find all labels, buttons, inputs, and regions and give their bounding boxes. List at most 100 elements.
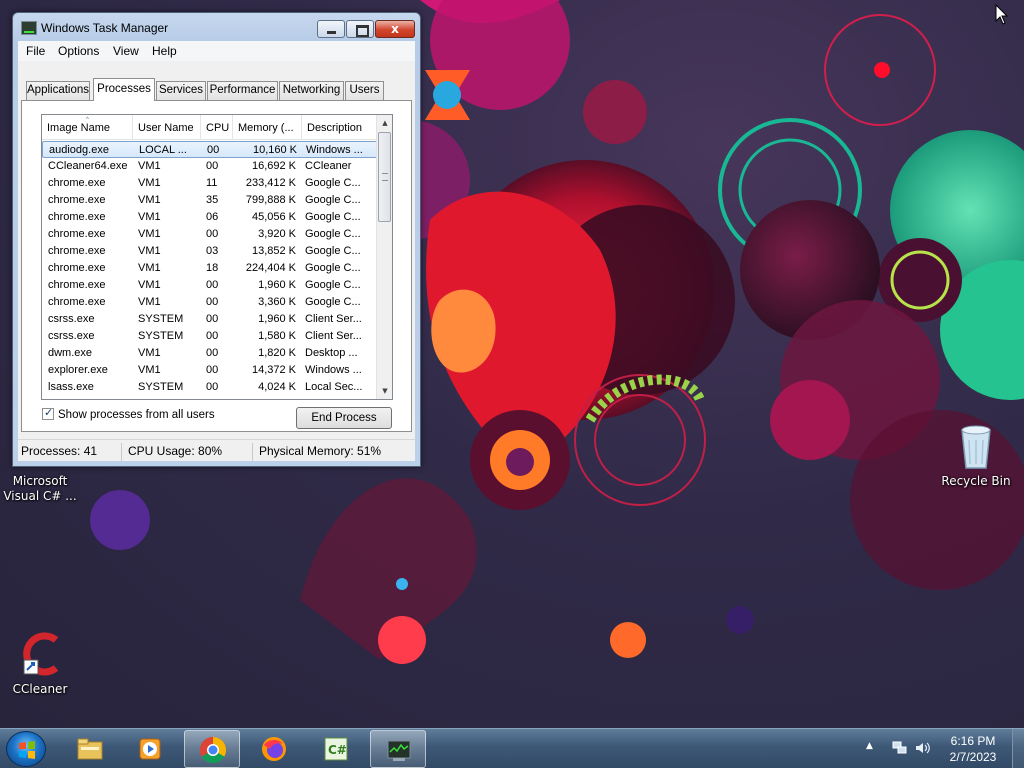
desktop-icon-visual-csharp[interactable]: Microsoft Visual C# ... bbox=[0, 474, 80, 504]
close-button[interactable]: x bbox=[375, 20, 415, 38]
table-row[interactable]: csrss.exe SYSTEM 00 1,960 K Client Ser..… bbox=[42, 311, 378, 328]
task-manager-app-icon bbox=[21, 21, 37, 35]
checkbox-checked-icon[interactable] bbox=[42, 406, 54, 420]
desktop-icon-recycle-bin-label: Recycle Bin bbox=[941, 474, 1011, 488]
table-row[interactable]: dwm.exe VM1 00 1,820 K Desktop ... bbox=[42, 345, 378, 362]
process-cpu: 00 bbox=[206, 381, 219, 393]
scroll-up-arrow-icon[interactable]: ▲ bbox=[377, 115, 392, 131]
tab-applications[interactable]: Applications bbox=[26, 81, 90, 100]
table-row[interactable]: CCleaner64.exe VM1 00 16,692 K CCleaner bbox=[42, 158, 378, 175]
tab-processes[interactable]: Processes bbox=[93, 78, 155, 101]
process-list[interactable]: ^ Image Name User Name CPU Memory (... D… bbox=[41, 114, 393, 400]
process-memory: 4,024 K bbox=[258, 381, 296, 393]
table-row[interactable]: explorer.exe VM1 00 14,372 K Windows ... bbox=[42, 362, 378, 379]
taskbar-visual-csharp[interactable]: C# bbox=[308, 730, 364, 768]
tab-networking[interactable]: Networking bbox=[279, 81, 344, 100]
process-description: Google C... bbox=[305, 245, 361, 257]
process-cpu: 00 bbox=[206, 228, 219, 240]
desktop-icon-ccleaner-label: CCleaner bbox=[12, 682, 68, 696]
process-description: Client Ser... bbox=[305, 313, 362, 325]
process-description: Google C... bbox=[305, 279, 361, 291]
column-image-name[interactable]: ^ Image Name bbox=[42, 115, 133, 140]
table-row[interactable]: chrome.exe VM1 00 3,360 K Google C... bbox=[42, 294, 378, 311]
window-title: Windows Task Manager bbox=[41, 21, 169, 35]
scroll-down-arrow-icon[interactable]: ▼ bbox=[377, 383, 392, 399]
task-manager-icon bbox=[387, 740, 411, 761]
mouse-cursor-icon bbox=[995, 4, 1009, 25]
table-row[interactable]: chrome.exe VM1 35 799,888 K Google C... bbox=[42, 192, 378, 209]
show-desktop-button[interactable] bbox=[1012, 729, 1024, 768]
taskbar-firefox[interactable] bbox=[246, 730, 302, 768]
table-row[interactable]: chrome.exe VM1 06 45,056 K Google C... bbox=[42, 209, 378, 226]
process-image-name: chrome.exe bbox=[48, 177, 106, 189]
sort-ascending-icon: ^ bbox=[86, 117, 89, 123]
table-row[interactable]: chrome.exe VM1 00 1,960 K Google C... bbox=[42, 277, 378, 294]
vertical-scrollbar[interactable]: ▲ ▼ bbox=[376, 115, 392, 399]
end-process-button[interactable]: End Process bbox=[296, 407, 392, 429]
process-memory: 14,372 K bbox=[251, 364, 296, 376]
process-user-name: VM1 bbox=[138, 194, 161, 206]
desktop-icon-ccleaner[interactable]: CCleaner bbox=[0, 630, 80, 697]
process-memory: 3,920 K bbox=[258, 228, 296, 240]
tab-services[interactable]: Services bbox=[156, 81, 206, 100]
process-memory: 1,960 K bbox=[258, 279, 296, 291]
tab-users[interactable]: Users bbox=[345, 81, 384, 100]
process-memory: 13,852 K bbox=[251, 245, 296, 257]
process-cpu: 00 bbox=[206, 313, 219, 325]
process-memory: 3,360 K bbox=[258, 296, 296, 308]
show-all-processes-checkbox[interactable]: Show processes from all users bbox=[42, 406, 215, 421]
process-rows: audiodg.exe LOCAL ... 00 10,160 K Window… bbox=[42, 141, 378, 396]
task-manager-window[interactable]: Windows Task Manager x File Options View… bbox=[12, 12, 421, 467]
menu-view[interactable]: View bbox=[113, 44, 139, 58]
process-memory: 233,412 K bbox=[245, 177, 296, 189]
taskbar-task-manager[interactable] bbox=[370, 730, 426, 768]
process-image-name: chrome.exe bbox=[48, 279, 106, 291]
process-cpu: 11 bbox=[206, 177, 218, 189]
process-description: Client Ser... bbox=[305, 330, 362, 342]
close-icon: x bbox=[391, 22, 399, 36]
table-row[interactable]: chrome.exe VM1 18 224,404 K Google C... bbox=[42, 260, 378, 277]
desktop-icon-recycle-bin[interactable]: Recycle Bin bbox=[936, 424, 1016, 489]
process-cpu: 00 bbox=[206, 364, 219, 376]
process-description: Google C... bbox=[305, 296, 361, 308]
scroll-thumb[interactable] bbox=[378, 132, 391, 222]
process-image-name: CCleaner64.exe bbox=[48, 160, 128, 172]
process-user-name: VM1 bbox=[138, 245, 161, 257]
minimize-button[interactable] bbox=[317, 20, 345, 38]
network-icon[interactable] bbox=[892, 741, 908, 755]
table-row[interactable]: chrome.exe VM1 03 13,852 K Google C... bbox=[42, 243, 378, 260]
column-description[interactable]: Description bbox=[302, 115, 378, 140]
table-row[interactable]: csrss.exe SYSTEM 00 1,580 K Client Ser..… bbox=[42, 328, 378, 345]
taskbar-chrome[interactable] bbox=[184, 730, 240, 768]
menu-file[interactable]: File bbox=[26, 44, 45, 58]
process-cpu: 00 bbox=[207, 144, 220, 156]
menu-help[interactable]: Help bbox=[152, 44, 177, 58]
table-row[interactable]: chrome.exe VM1 00 3,920 K Google C... bbox=[42, 226, 378, 243]
table-row[interactable]: chrome.exe VM1 11 233,412 K Google C... bbox=[42, 175, 378, 192]
tab-performance[interactable]: Performance bbox=[207, 81, 278, 100]
column-user-name[interactable]: User Name bbox=[133, 115, 201, 140]
process-user-name: VM1 bbox=[138, 177, 161, 189]
taskbar-explorer[interactable] bbox=[62, 730, 118, 768]
column-cpu[interactable]: CPU bbox=[201, 115, 233, 140]
process-user-name: VM1 bbox=[138, 296, 161, 308]
title-bar[interactable]: Windows Task Manager x bbox=[13, 13, 420, 41]
show-all-processes-label: Show processes from all users bbox=[58, 409, 215, 421]
volume-icon[interactable] bbox=[914, 741, 932, 755]
maximize-button[interactable] bbox=[346, 20, 374, 38]
start-button[interactable] bbox=[6, 731, 46, 767]
chrome-icon bbox=[199, 736, 227, 764]
recycle-bin-icon bbox=[961, 425, 991, 469]
column-memory[interactable]: Memory (... bbox=[233, 115, 302, 140]
table-row[interactable]: audiodg.exe LOCAL ... 00 10,160 K Window… bbox=[42, 141, 378, 158]
menu-options[interactable]: Options bbox=[58, 44, 99, 58]
table-row[interactable]: lsass.exe SYSTEM 00 4,024 K Local Sec... bbox=[42, 379, 378, 396]
process-description: Windows ... bbox=[305, 364, 362, 376]
taskbar-media-player[interactable] bbox=[122, 730, 178, 768]
process-user-name: VM1 bbox=[138, 279, 161, 291]
column-description-label: Description bbox=[307, 122, 363, 134]
system-clock[interactable]: 6:16 PM 2/7/2023 bbox=[936, 733, 1010, 765]
show-hidden-icons-button[interactable]: ▲ bbox=[866, 741, 873, 751]
process-memory: 10,160 K bbox=[252, 144, 297, 156]
process-memory: 1,820 K bbox=[258, 347, 296, 359]
